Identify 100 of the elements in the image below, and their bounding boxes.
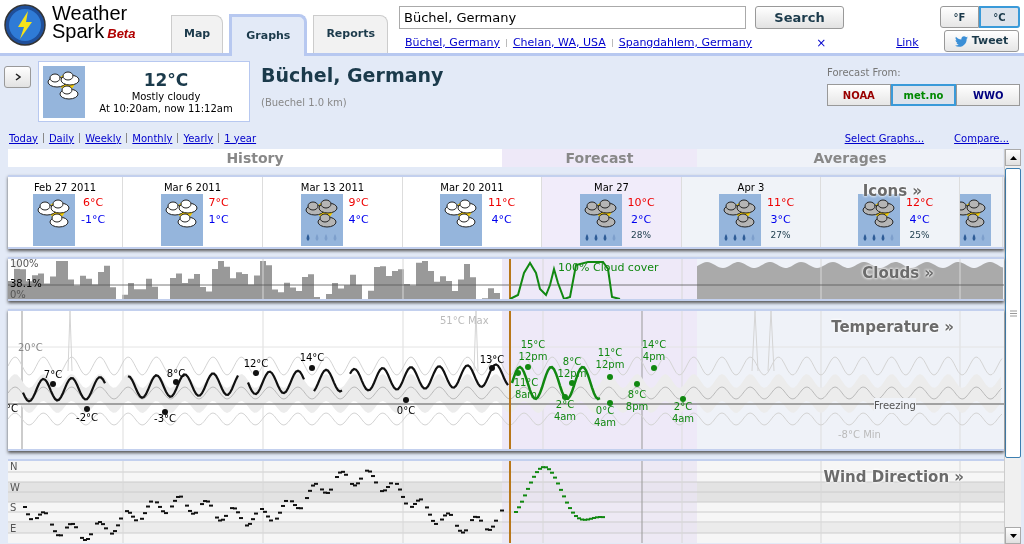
logo-title: Spark [52,22,105,40]
forecast-temperature-point [562,394,568,400]
observation-time: At 10:20am, now 11:12am [99,102,233,115]
time-range-link[interactable]: Daily [48,130,75,146]
bird-icon [954,34,968,48]
temperature-point [162,409,168,415]
temperature-point [309,365,315,371]
tweet-button[interactable]: Tweet [944,30,1019,52]
temperature-label: 12°C [243,358,269,370]
recent-place-link[interactable]: Chelan, WA, USA [512,34,606,52]
forecast-temperature-point [569,380,575,386]
axis-label: 20°C [18,341,43,355]
caret-down-icon [1009,533,1017,538]
temperature-point [173,379,179,385]
scroll-up-button[interactable] [1005,149,1021,166]
lightning-bolt-logo-icon [4,4,46,46]
unit-toggle[interactable]: °F [940,6,979,28]
scroll-down-button[interactable] [1005,527,1021,544]
temperature-label: 14°C [299,352,325,364]
temperature-point [403,397,409,403]
low-temperature: 2°C [631,212,652,228]
week-date: Mar 27 [594,181,629,194]
temperature-label: 8°C [166,368,186,380]
temperature-point [84,406,90,412]
compare-link[interactable]: Compare... [954,130,1009,146]
partly-cloudy-icon [43,65,85,118]
rain-cloud-icon [579,194,622,246]
low-temperature: 1°C [208,212,229,228]
forecast-temperature-label: 2°C 4am [553,399,577,423]
precipitation-chance: 25% [909,229,930,242]
forecast-source-button[interactable]: NOAA [827,84,891,106]
temperature-label: -2°C [76,412,98,424]
logo-title: Weather [52,4,129,22]
axis-label: W [10,482,20,493]
axis-label: 100% [10,259,39,269]
tab[interactable]: Reports [313,15,388,53]
tab[interactable]: Map [171,15,224,53]
freezing-label: Freezing [874,398,916,413]
station-text: (Buechel 1.0 km) [261,96,348,110]
period-header: Averages [697,149,1003,167]
axis-label: S [10,503,17,513]
forecast-temperature-point [607,374,613,380]
location-title: Büchel, Germany [261,63,444,88]
current-temperature: 12°C [143,68,189,91]
rain-cloud-icon [960,194,991,246]
grip-icon [1009,309,1017,317]
low-temperature: 3°C [770,212,791,228]
select-graphs-link[interactable]: Select Graphs... [844,130,925,146]
temperature-label: 13°C [479,354,505,366]
axis-label: N [10,462,18,472]
recent-place-link[interactable]: Spangdahlem, Germany [618,34,753,52]
week-date: Apr 3 [737,181,765,194]
forecast-source-label: Forecast From: [827,66,902,80]
wind-direction-panel-link[interactable]: Wind Direction » [823,466,964,489]
week-date: Mar 20 2011 [440,181,504,194]
low-temperature: 4°C [348,212,369,228]
week-date: Feb 27 2011 [33,181,97,194]
forecast-temperature-label: 14°C 4pm [641,339,667,363]
condition-text: Mostly cloudy [131,90,201,103]
time-range-link[interactable]: Today [9,130,38,146]
high-temperature: 7°C [208,195,229,211]
low-temperature: 4°C [491,212,512,228]
forecast-temperature-point [651,365,657,371]
scrollbar-thumb[interactable] [1005,168,1021,458]
rain-cloud-icon [858,194,900,246]
period-header: History [8,149,502,167]
search-button[interactable]: Search [755,6,844,29]
forecast-temperature-label: 15°C 12pm [518,339,548,363]
time-range-link[interactable]: Weekly [85,130,122,146]
low-temperature: -1°C [81,212,106,228]
forecast-temperature-point [680,396,686,402]
beta-label: Beta [107,25,136,43]
permalink-link[interactable]: Link [896,34,919,52]
tab[interactable]: Graphs [229,14,308,56]
high-temperature: 11°C [767,195,795,211]
high-temperature: 6°C [83,195,104,211]
max-label: 51°C Max [440,314,489,328]
low-temperature: 4°C [909,212,930,228]
recent-place-link[interactable]: Büchel, Germany [405,34,500,52]
forecast-temperature-point [634,381,640,387]
time-range-link[interactable]: Monthly [132,130,173,146]
precipitation-chance: 28% [631,229,652,242]
clear-button[interactable]: × [816,34,827,52]
forecast-temperature-point [515,370,521,376]
min-label: -8°C Min [838,428,881,442]
axis-label: 0% [10,288,26,299]
search-field[interactable]: Büchel, Germany [399,6,746,29]
axis-label: 38.1% [10,277,42,290]
forecast-source-button[interactable]: met.no [890,84,957,106]
unit-toggle[interactable]: °C [979,6,1020,28]
time-range-link[interactable]: Yearly [183,130,214,146]
temperature-label: -3°C [154,413,176,425]
expand-button[interactable] [4,66,31,88]
rain-cloud-icon [300,194,343,246]
forecast-temperature-point [607,400,613,406]
forecast-source-button[interactable]: WWO [956,84,1020,106]
time-range-link[interactable]: 1 year [224,130,257,146]
forecast-temperature-label: 0°C 4am [593,405,617,429]
high-temperature: 10°C [627,195,655,211]
temperature-panel-link[interactable]: Temperature » [831,316,954,339]
